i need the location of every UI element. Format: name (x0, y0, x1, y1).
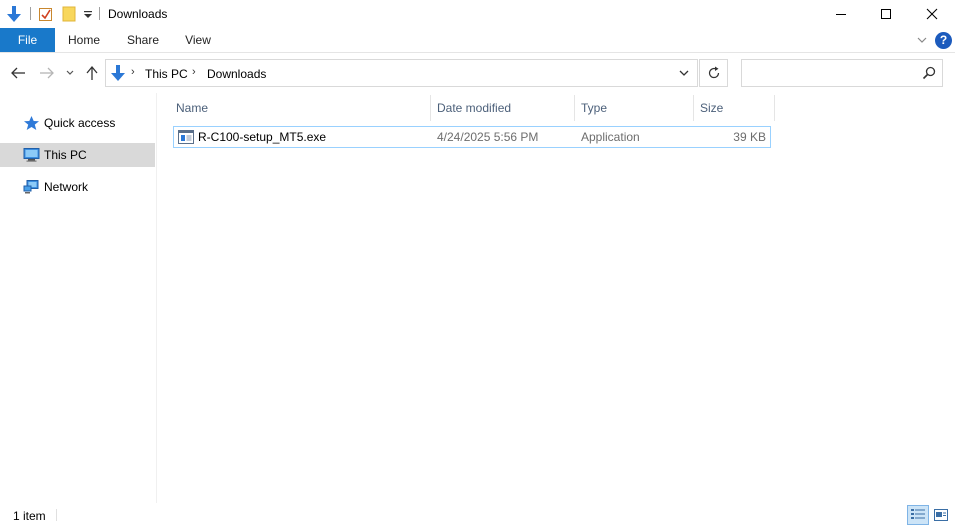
chevron-down-icon (679, 70, 689, 76)
address-dropdown-button[interactable] (672, 59, 696, 87)
breadcrumb-chevron-icon[interactable]: › (192, 66, 196, 78)
network-icon (23, 180, 39, 194)
address-bar[interactable]: › This PC › Downloads (105, 59, 698, 87)
title-bar: Downloads (0, 0, 955, 28)
status-separator (56, 509, 57, 521)
search-input[interactable] (746, 64, 916, 82)
quick-access-separator (30, 7, 31, 20)
column-header-label: Size (700, 101, 724, 115)
tab-file[interactable]: File (0, 28, 55, 52)
refresh-icon (708, 66, 719, 79)
sidebar-item-network[interactable]: Network (0, 175, 155, 199)
window-title: Downloads (108, 7, 168, 21)
sidebar-item-this-pc[interactable]: This PC (0, 143, 155, 167)
title-separator (99, 7, 100, 20)
column-header-name[interactable]: Name (170, 95, 431, 121)
column-header-label: Type (581, 101, 608, 115)
close-button[interactable] (909, 0, 955, 28)
status-bar: 1 item (0, 503, 955, 526)
customize-quick-access-icon[interactable] (83, 4, 95, 24)
column-header-label: Name (176, 101, 209, 115)
minimize-icon (836, 14, 846, 15)
forward-arrow-icon (40, 67, 54, 79)
star-icon (24, 116, 39, 130)
large-icons-view-button[interactable] (931, 505, 951, 525)
maximize-icon (881, 9, 891, 19)
file-name[interactable]: R-C100-setup_MT5.exe (198, 130, 326, 144)
ribbon: File Home Share View ? (0, 28, 955, 53)
sidebar-item-label: Network (44, 180, 89, 194)
up-button[interactable] (82, 63, 102, 83)
sidebar-item-label: Quick access (44, 116, 116, 130)
computer-icon (23, 148, 40, 162)
navigation-pane: Quick access This PC Network (0, 93, 157, 503)
tab-home[interactable]: Home (58, 28, 110, 52)
tab-share[interactable]: Share (116, 28, 170, 52)
large-icons-view-icon (934, 509, 948, 521)
minimize-button[interactable] (818, 0, 864, 28)
column-header-date-modified[interactable]: Date modified (431, 95, 575, 121)
forward-button[interactable] (37, 63, 57, 83)
column-header-label: Date modified (437, 101, 512, 115)
close-icon (926, 8, 938, 20)
maximize-button[interactable] (863, 0, 909, 28)
back-arrow-icon (11, 67, 25, 79)
breadcrumb-downloads[interactable]: Downloads (207, 67, 266, 81)
downloads-down-arrow-icon[interactable] (6, 4, 26, 24)
file-size: 39 KB (733, 130, 766, 144)
back-button[interactable] (8, 63, 28, 83)
sidebar-item-quick-access[interactable]: Quick access (0, 111, 155, 135)
breadcrumb-chevron-icon[interactable]: › (131, 66, 135, 78)
help-icon[interactable]: ? (935, 32, 952, 49)
up-arrow-icon (86, 65, 98, 80)
file-date-modified: 4/24/2025 5:56 PM (437, 130, 539, 144)
details-view-icon (911, 509, 925, 519)
tab-view[interactable]: View (174, 28, 222, 52)
search-icon[interactable] (922, 66, 936, 80)
sidebar-item-label: This PC (44, 148, 87, 162)
item-count: 1 item (13, 509, 46, 523)
application-icon (178, 130, 194, 144)
chevron-down-icon (66, 70, 74, 75)
breadcrumb-this-pc[interactable]: This PC (145, 67, 188, 81)
properties-icon[interactable] (38, 4, 56, 24)
new-folder-icon[interactable] (62, 4, 80, 24)
column-header-size[interactable]: Size (694, 95, 775, 121)
expand-ribbon-chevron-down-icon[interactable] (915, 33, 929, 47)
search-box[interactable] (741, 59, 943, 87)
refresh-button[interactable] (699, 59, 728, 87)
column-header-type[interactable]: Type (575, 95, 694, 121)
file-row[interactable]: R-C100-setup_MT5.exe 4/24/2025 5:56 PM A… (173, 126, 771, 148)
file-type: Application (581, 130, 640, 144)
details-view-button[interactable] (907, 505, 929, 525)
downloads-folder-icon (109, 64, 127, 82)
recent-locations-button[interactable] (63, 63, 77, 83)
